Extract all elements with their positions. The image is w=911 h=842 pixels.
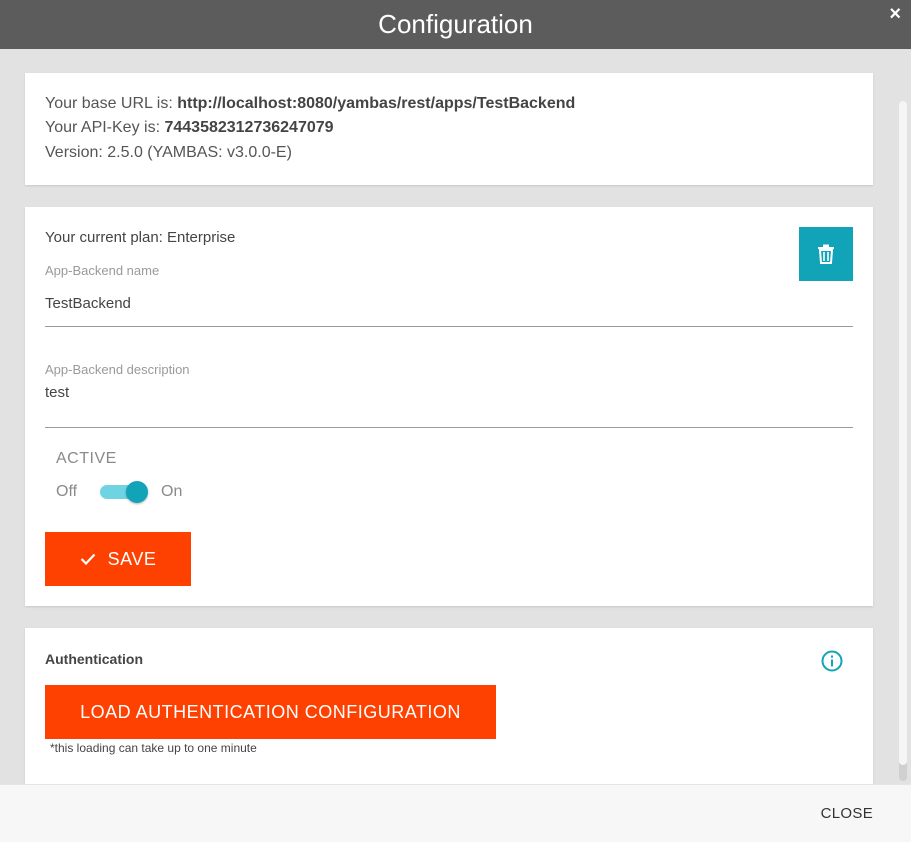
- backend-info-card: Your base URL is: http://localhost:8080/…: [25, 73, 873, 185]
- base-url-line: Your base URL is: http://localhost:8080/…: [45, 95, 575, 113]
- dialog-header: Configuration ×: [0, 0, 911, 49]
- backend-settings-card: Your current plan: Enterprise App-Backen…: [25, 207, 873, 606]
- backend-description-underline: [45, 427, 853, 428]
- close-icon[interactable]: ×: [889, 4, 901, 24]
- toggle-on-label: On: [161, 483, 183, 500]
- scrollbar[interactable]: [899, 101, 907, 781]
- info-icon[interactable]: [821, 650, 843, 672]
- toggle-off-label: Off: [56, 483, 78, 500]
- close-button[interactable]: CLOSE: [821, 805, 873, 822]
- authentication-title: Authentication: [45, 651, 143, 667]
- backend-description-label: App-Backend description: [45, 362, 190, 377]
- scrollbar-thumb[interactable]: [899, 101, 907, 765]
- api-key-line: Your API-Key is: 7443582312736247079: [45, 119, 334, 137]
- api-key-value: 7443582312736247079: [164, 119, 334, 136]
- save-button[interactable]: SAVE: [45, 532, 191, 586]
- check-icon: [80, 553, 96, 565]
- dialog-title: Configuration: [378, 9, 533, 39]
- base-url-label: Your base URL is:: [45, 95, 178, 112]
- backend-name-underline: [45, 326, 853, 327]
- api-key-label: Your API-Key is:: [45, 119, 165, 136]
- version-text: Version: 2.5.0 (YAMBAS: v3.0.0-E): [45, 144, 292, 161]
- active-toggle[interactable]: [100, 481, 148, 503]
- backend-name-label: App-Backend name: [45, 263, 160, 278]
- dialog-body: Your base URL is: http://localhost:8080/…: [0, 49, 911, 784]
- toggle-knob[interactable]: [126, 481, 148, 503]
- base-url-value: http://localhost:8080/yambas/rest/apps/T…: [177, 95, 576, 112]
- trash-icon: [818, 244, 834, 264]
- current-plan-text: Your current plan: Enterprise: [45, 229, 236, 246]
- authentication-card: Authentication LOAD AUTHENTICATION CONFI…: [25, 628, 873, 784]
- save-label: SAVE: [107, 548, 157, 569]
- backend-name-input[interactable]: TestBackend: [45, 295, 131, 312]
- backend-description-input[interactable]: test: [45, 384, 69, 401]
- active-label: ACTIVE: [56, 450, 117, 467]
- loading-note: *this loading can take up to one minute: [50, 741, 257, 755]
- delete-button[interactable]: [799, 227, 853, 281]
- dialog-footer: CLOSE: [0, 784, 911, 842]
- load-authentication-button[interactable]: LOAD AUTHENTICATION CONFIGURATION: [45, 685, 496, 739]
